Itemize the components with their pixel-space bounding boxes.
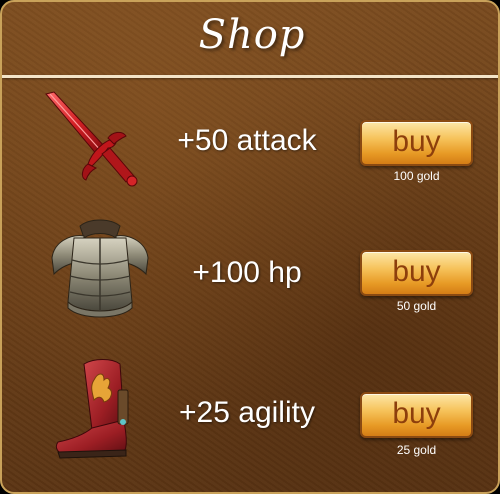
shop-panel: Shop +50 attack buy 100 gold +100 hp buy… <box>0 0 500 494</box>
price-label: 50 gold <box>396 299 437 313</box>
price-label: 25 gold <box>396 443 437 457</box>
stat-label: +25 agility <box>179 396 315 429</box>
buy-button[interactable]: buy <box>360 250 473 296</box>
buy-button[interactable]: buy <box>360 392 473 438</box>
title-divider <box>2 75 498 78</box>
shop-title: Shop <box>198 12 306 58</box>
shop-item-attack: +50 attack buy 100 gold <box>2 82 498 202</box>
stat-label: +100 hp <box>192 256 302 289</box>
buy-button[interactable]: buy <box>360 120 473 166</box>
price-label: 100 gold <box>393 169 440 183</box>
shop-item-hp: +100 hp buy 50 gold <box>2 210 498 330</box>
boot-icon <box>55 359 129 459</box>
sword-icon <box>45 91 138 187</box>
armor-icon <box>51 219 149 318</box>
shop-item-agility: +25 agility buy 25 gold <box>2 350 498 470</box>
stat-label: +50 attack <box>177 124 317 157</box>
